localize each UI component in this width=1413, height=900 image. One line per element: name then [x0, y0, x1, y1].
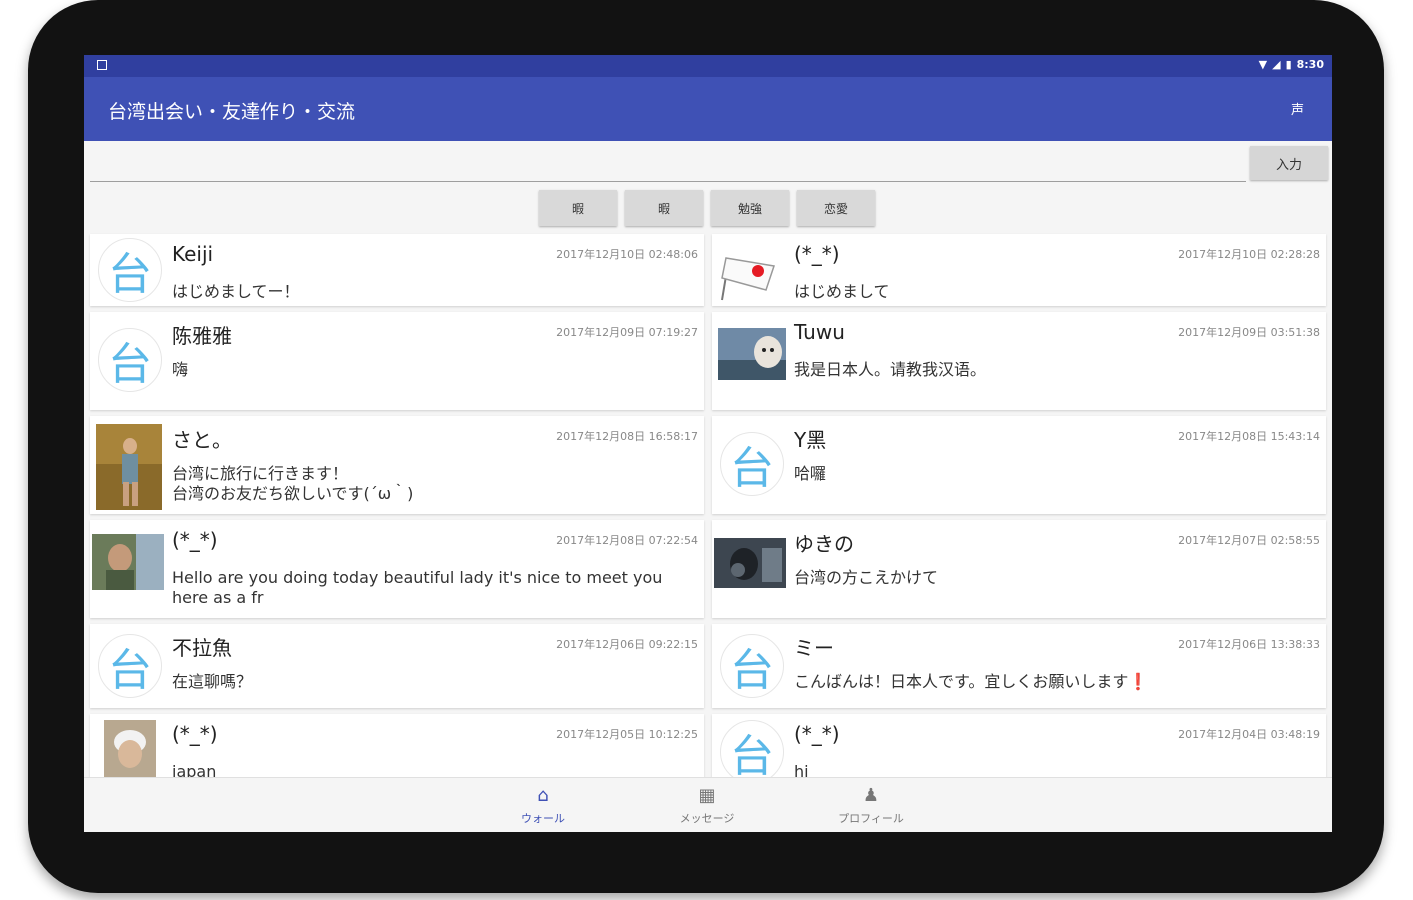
avatar: 台 [720, 720, 784, 777]
status-time: 8:30 [1296, 58, 1324, 71]
post-card[interactable]: (*_*) 2017年12月08日 07:22:54 Hello are you… [90, 520, 704, 618]
post-author: ゆきの [794, 532, 854, 556]
nav-wall[interactable]: ⌂ ウォール [498, 786, 588, 826]
post-message: こんばんは！日本人です。宜しくお願いします❗ [794, 672, 1149, 691]
post-author: 不拉魚 [172, 636, 232, 660]
avatar: 台 [98, 238, 162, 302]
home-icon: ⌂ [537, 785, 549, 806]
post-author: (*_*) [794, 242, 840, 266]
avatar [104, 720, 156, 777]
post-time: 2017年12月10日 02:48:06 [556, 248, 698, 261]
post-card[interactable]: 台 (*_*) 2017年12月04日 03:48:19 hi [712, 714, 1326, 777]
avatar [718, 238, 786, 310]
app-bar: 台湾出会い・友達作り・交流 声 [84, 77, 1332, 141]
bottom-navigation: ⌂ ウォール ▦ メッセージ ♟ プロフィール [84, 777, 1332, 832]
avatar [92, 534, 164, 590]
grid-icon: ▦ [698, 785, 716, 806]
post-time: 2017年12月05日 10:12:25 [556, 728, 698, 741]
post-card[interactable]: Tuwu 2017年12月09日 03:51:38 我是日本人。请教我汉语。 [712, 312, 1326, 410]
post-time: 2017年12月09日 07:19:27 [556, 326, 698, 339]
post-card[interactable]: 台 陈雅雅 2017年12月09日 07:19:27 嗨 [90, 312, 704, 410]
post-author: ミー [794, 636, 834, 660]
avatar: 台 [720, 432, 784, 496]
chip-2[interactable]: 暇 [625, 190, 703, 226]
post-author: 陈雅雅 [172, 324, 232, 348]
post-time: 2017年12月06日 09:22:15 [556, 638, 698, 651]
post-message: はじめまして [794, 282, 890, 301]
page-title: 台湾出会い・友達作り・交流 [108, 101, 356, 123]
post-message: japan [172, 762, 217, 777]
post-time: 2017年12月10日 02:28:28 [1178, 248, 1320, 261]
post-card[interactable]: 台 ミー 2017年12月06日 13:38:33 こんばんは！日本人です。宜し… [712, 624, 1326, 708]
post-message: hi [794, 762, 809, 777]
post-card[interactable]: さと。 2017年12月08日 16:58:17 台湾に旅行に行きます！ 台湾の… [90, 416, 704, 514]
chip-1[interactable]: 暇 [539, 190, 617, 226]
app-screen: ▼ ◢ ▮ 8:30 台湾出会い・友達作り・交流 声 入力 暇 暇 勉強 恋愛 … [84, 55, 1332, 832]
avatar [714, 538, 786, 588]
signal-icon: ◢ [1272, 58, 1281, 71]
post-card[interactable]: 台 Y黑 2017年12月08日 15:43:14 哈囉 [712, 416, 1326, 514]
chip-3[interactable]: 勉強 [711, 190, 789, 226]
post-author: (*_*) [172, 528, 218, 552]
post-input-row: 入力 [84, 141, 1332, 187]
submit-button[interactable]: 入力 [1250, 146, 1328, 180]
post-card[interactable]: (*_*) 2017年12月10日 02:28:28 はじめまして [712, 234, 1326, 306]
avatar [718, 328, 786, 380]
status-bar: ▼ ◢ ▮ 8:30 [84, 55, 1332, 77]
post-message: Hello are you doing today beautiful lady… [172, 568, 663, 607]
appbar-action-button[interactable]: 声 [1291, 99, 1304, 118]
post-message: はじめましてー！ [172, 282, 300, 301]
notification-icon [97, 60, 107, 70]
post-author: Tuwu [794, 320, 845, 344]
post-author: Y黑 [794, 428, 827, 452]
chip-4[interactable]: 恋愛 [797, 190, 875, 226]
post-list: 台 Keiji 2017年12月10日 02:48:06 はじめましてー！ (*… [84, 232, 1332, 777]
avatar [96, 424, 162, 510]
post-time: 2017年12月08日 15:43:14 [1178, 430, 1320, 443]
post-author: (*_*) [172, 722, 218, 746]
post-card[interactable]: ゆきの 2017年12月07日 02:58:55 台湾の方こえかけて [712, 520, 1326, 618]
post-time: 2017年12月09日 03:51:38 [1178, 326, 1320, 339]
post-message: 嗨 [172, 360, 189, 379]
category-chips: 暇 暇 勉強 恋愛 [539, 190, 875, 226]
post-time: 2017年12月04日 03:48:19 [1178, 728, 1320, 741]
nav-messages[interactable]: ▦ メッセージ [662, 786, 752, 826]
post-card[interactable]: (*_*) 2017年12月05日 10:12:25 japan [90, 714, 704, 777]
battery-icon: ▮ [1285, 58, 1292, 71]
post-message: 在這聊嗎？ [172, 672, 253, 691]
person-icon: ♟ [862, 785, 880, 806]
wifi-icon: ▼ [1258, 58, 1268, 71]
post-card[interactable]: 台 不拉魚 2017年12月06日 09:22:15 在這聊嗎？ [90, 624, 704, 708]
post-time: 2017年12月08日 16:58:17 [556, 430, 698, 443]
post-message: 哈囉 [794, 464, 827, 483]
post-author: さと。 [172, 428, 232, 452]
post-card[interactable]: 台 Keiji 2017年12月10日 02:48:06 はじめましてー！ [90, 234, 704, 306]
avatar: 台 [98, 634, 162, 698]
post-time: 2017年12月07日 02:58:55 [1178, 534, 1320, 547]
post-time: 2017年12月06日 13:38:33 [1178, 638, 1320, 651]
post-author: (*_*) [794, 722, 840, 746]
avatar: 台 [98, 328, 162, 392]
post-author: Keiji [172, 242, 214, 266]
avatar: 台 [720, 634, 784, 698]
post-message: 我是日本人。请教我汉语。 [794, 360, 987, 379]
post-time: 2017年12月08日 07:22:54 [556, 534, 698, 547]
post-input[interactable] [90, 149, 1246, 182]
post-message: 台湾の方こえかけて [794, 568, 939, 587]
nav-profile[interactable]: ♟ プロフィール [826, 786, 916, 826]
post-message: 台湾に旅行に行きます！ 台湾のお友だち欲しいです(´ω｀) [172, 464, 414, 503]
